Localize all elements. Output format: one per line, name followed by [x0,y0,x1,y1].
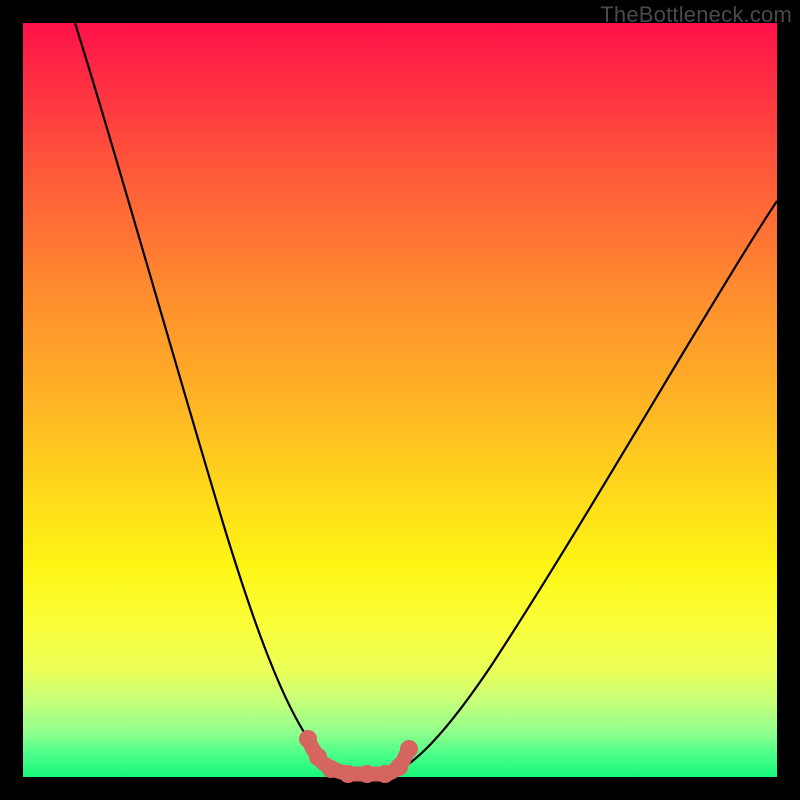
watermark-text: TheBottleneck.com [600,2,792,28]
chart-curves-svg [23,23,777,777]
curve-right [393,201,777,773]
chart-frame: TheBottleneck.com [0,0,800,800]
curve-left [75,23,341,769]
